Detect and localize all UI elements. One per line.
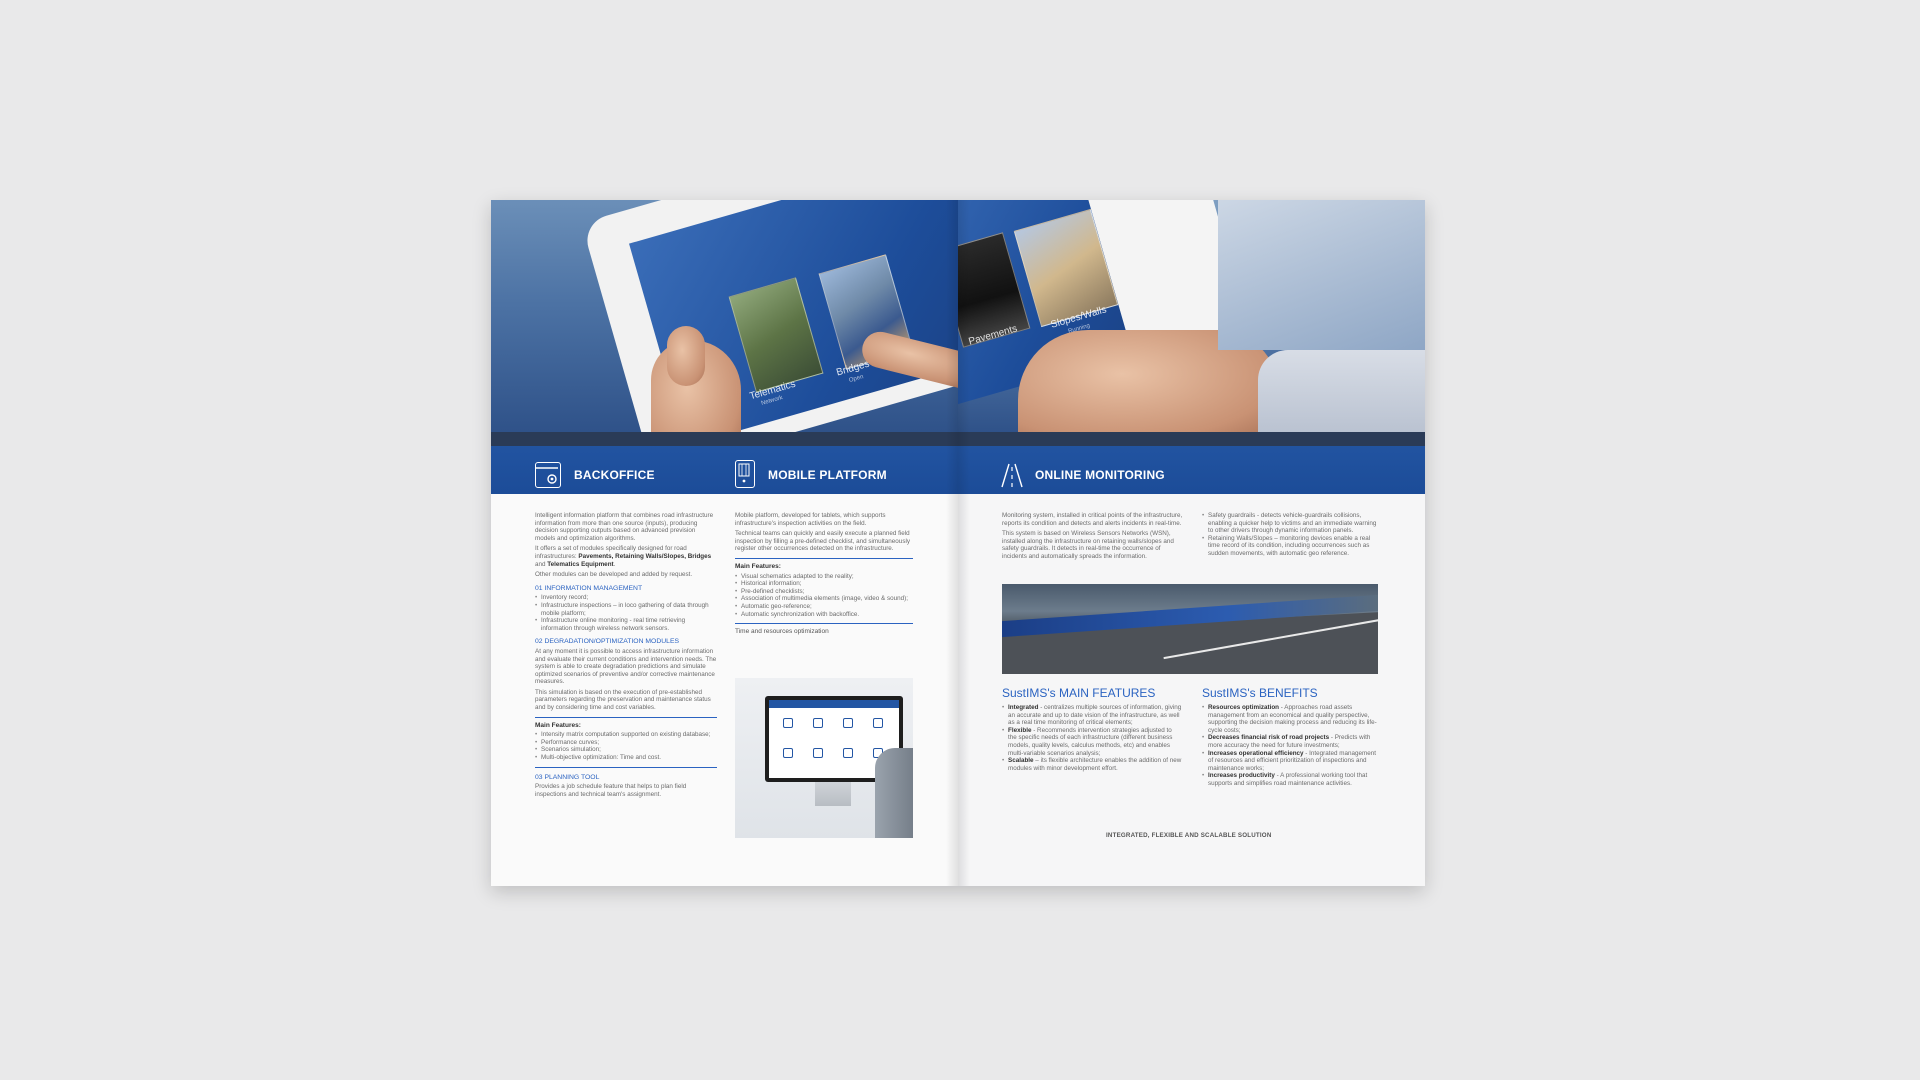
list-item: Infrastructure online monitoring - real … xyxy=(535,617,717,632)
online-monitoring-title: ONLINE MONITORING xyxy=(1035,468,1165,482)
features-list: Integrated - centralizes multiple source… xyxy=(1002,704,1182,772)
paragraph: Technical teams can quickly and easily e… xyxy=(735,530,911,553)
thumb-finger xyxy=(667,326,705,386)
paragraph: Mobile platform, developed for tablets, … xyxy=(735,512,886,527)
paragraph: Monitoring system, installed in critical… xyxy=(1002,512,1183,527)
list-item: Increases productivity - A professional … xyxy=(1202,772,1378,787)
backoffice-other: Other modules can be developed and added… xyxy=(535,571,693,579)
benefits-list: Resources optimization - Approaches road… xyxy=(1202,704,1378,788)
backoffice-column: Intelligent information platform that co… xyxy=(535,512,717,801)
main-features-list: Intensity matrix computation supported o… xyxy=(535,731,717,761)
list-item: Decreases financial risk of road project… xyxy=(1202,734,1378,749)
section-title: 03 PLANNING TOOL xyxy=(535,773,600,781)
screen-header-bar xyxy=(769,700,899,708)
main-features-heading: SustIMS's MAIN FEATURES xyxy=(1002,686,1156,700)
list-item: Visual schematics adapted to the reality… xyxy=(735,573,913,581)
online-left-column: Monitoring system, installed in critical… xyxy=(1002,512,1184,564)
paragraph: This simulation is based on the executio… xyxy=(535,688,711,712)
list-item: Pre-defined checklists; xyxy=(735,588,913,596)
backoffice-gear-icon xyxy=(535,462,561,488)
list-item: Inventory record; xyxy=(535,594,717,602)
list-item: Automatic geo-reference; xyxy=(735,603,913,611)
list-item: Historical information; xyxy=(735,580,913,588)
list-item: Resources optimization - Approaches road… xyxy=(1202,704,1378,734)
list-item: Performance curves; xyxy=(535,739,717,747)
module-icon xyxy=(813,718,823,728)
list-item: Retaining Walls/Slopes – monitoring devi… xyxy=(1202,535,1378,558)
list-item: Association of multimedia elements (imag… xyxy=(735,595,913,603)
divider xyxy=(535,716,717,718)
person-arm xyxy=(875,748,913,838)
online-right-column: Safety guardrails - detects vehicle-guar… xyxy=(1202,512,1378,558)
divider xyxy=(735,557,913,559)
divider xyxy=(535,766,717,768)
module-icon xyxy=(783,718,793,728)
left-page: Telematics Network Bridges Open BACKOFFI… xyxy=(491,200,958,886)
list-item: Automatic synchronization with backoffic… xyxy=(735,611,913,619)
right-page: Pavements Slopes/Walls Running ONLINE MO… xyxy=(958,200,1425,886)
module-icon xyxy=(873,718,883,728)
paragraph: This system is based on Wireless Sensors… xyxy=(1002,530,1174,560)
dark-strip-right xyxy=(958,432,1425,446)
backoffice-intro: Intelligent information platform that co… xyxy=(535,512,714,542)
main-features-title: Main Features: xyxy=(535,721,581,729)
list-item: Infrastructure inspections – in loco gat… xyxy=(535,602,717,617)
road-photo xyxy=(1002,584,1378,674)
section-title: 01 INFORMATION MANAGEMENT xyxy=(535,584,643,592)
section-title: 02 DEGRADATION/OPTIMIZATION MODULES xyxy=(535,638,680,646)
list-item: Increases operational efficiency - Integ… xyxy=(1202,750,1378,773)
road-icon xyxy=(998,461,1026,489)
backoffice-title: BACKOFFICE xyxy=(574,468,655,482)
hero-photo-right: Pavements Slopes/Walls Running xyxy=(958,200,1425,432)
list-item: Multi-objective optimization: Time and c… xyxy=(535,754,717,762)
brochure-spread: Telematics Network Bridges Open BACKOFFI… xyxy=(491,200,1425,886)
info-management-list: Inventory record; Infrastructure inspect… xyxy=(535,594,717,632)
features-column: Integrated - centralizes multiple source… xyxy=(1002,704,1182,772)
divider xyxy=(735,623,913,625)
module-icon xyxy=(843,718,853,728)
main-features-list: Visual schematics adapted to the reality… xyxy=(735,573,913,619)
shirt-sleeve xyxy=(1258,350,1425,432)
paragraph: At any moment it is possible to access i… xyxy=(535,647,717,686)
hero-photo-left: Telematics Network Bridges Open xyxy=(491,200,958,432)
module-icon xyxy=(783,748,793,758)
list-item: Scenarios simulation; xyxy=(535,746,717,754)
dark-strip-left xyxy=(491,432,958,446)
mobile-title: MOBILE PLATFORM xyxy=(768,468,887,482)
main-features-title: Main Features: xyxy=(735,562,781,570)
monitor-stand xyxy=(815,782,851,806)
paragraph: Provides a job schedule feature that hel… xyxy=(535,783,687,798)
tablet-icon xyxy=(735,460,755,488)
time-resources-label: Time and resources optimization xyxy=(735,628,829,636)
module-icon xyxy=(843,748,853,758)
list-item: Intensity matrix computation supported o… xyxy=(535,731,717,739)
background-blur xyxy=(1218,200,1425,350)
list-item: Flexible - Recommends intervention strat… xyxy=(1002,727,1182,757)
list-item: Scalable – its flexible architecture ena… xyxy=(1002,757,1182,772)
mobile-column: Mobile platform, developed for tablets, … xyxy=(735,512,913,638)
module-icon xyxy=(813,748,823,758)
backoffice-offers: It offers a set of modules specifically … xyxy=(535,545,712,568)
monitoring-list: Safety guardrails - detects vehicle-guar… xyxy=(1202,512,1378,558)
benefits-heading: SustIMS's BENEFITS xyxy=(1202,686,1318,700)
list-item: Integrated - centralizes multiple source… xyxy=(1002,704,1182,727)
list-item: Safety guardrails - detects vehicle-guar… xyxy=(1202,512,1378,535)
footer-tagline: INTEGRATED, FLEXIBLE AND SCALABLE SOLUTI… xyxy=(1106,832,1272,839)
imac-photo xyxy=(735,678,913,838)
benefits-column: Resources optimization - Approaches road… xyxy=(1202,704,1378,788)
